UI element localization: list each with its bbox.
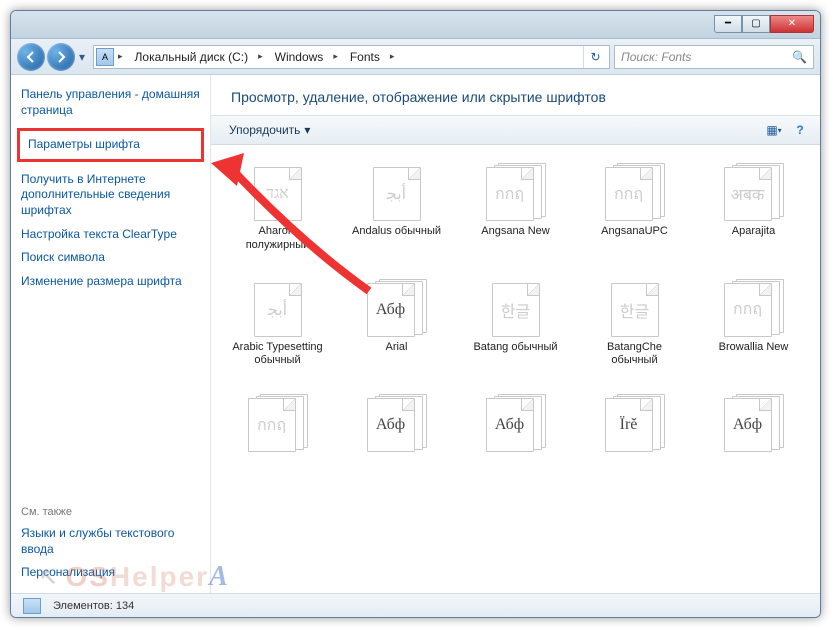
organize-button[interactable]: Упорядочить ▾ <box>221 120 318 140</box>
refresh-button[interactable]: ↻ <box>583 46 607 68</box>
font-item[interactable]: กกฤ <box>225 390 330 460</box>
breadcrumb-seg-fonts[interactable]: Fonts <box>342 46 386 68</box>
font-thumbnail-icon: אגד <box>248 163 308 221</box>
breadcrumb-arrow[interactable]: ▸ <box>114 51 127 62</box>
page-title: Просмотр, удаление, отображение или скры… <box>211 75 820 115</box>
font-thumbnail-icon: Абф <box>367 279 427 337</box>
font-item[interactable]: Абф Arial <box>344 275 449 373</box>
minimize-button[interactable]: ━ <box>714 15 742 33</box>
font-thumbnail-icon: Абф <box>724 394 784 452</box>
body-area: Панель управления - домашняя страница Па… <box>11 75 820 593</box>
font-label: Arabic Typesetting обычный <box>229 341 326 369</box>
font-thumbnail-icon: Абф <box>486 394 546 452</box>
see-also-label: См. также <box>21 506 200 518</box>
status-bar: Элементов: 134 <box>11 593 820 617</box>
font-item[interactable]: กกฤ AngsanaUPC <box>582 159 687 257</box>
search-placeholder: Поиск: Fonts <box>621 50 691 64</box>
font-label: Aparajita <box>732 225 775 239</box>
font-label: Browallia New <box>719 341 789 355</box>
sidebar-find-symbol-link[interactable]: Поиск символа <box>21 250 200 266</box>
fonts-folder-icon: A <box>96 48 114 66</box>
font-thumbnail-icon: กกฤ <box>605 163 665 221</box>
sidebar-home-link[interactable]: Панель управления - домашняя страница <box>21 87 200 118</box>
toolbar-right: ▦▾ ? <box>764 121 810 139</box>
breadcrumb-seg-windows[interactable]: Windows <box>267 46 330 68</box>
titlebar: ━ ▢ ✕ <box>11 11 820 39</box>
font-item[interactable]: Абф <box>344 390 449 460</box>
sidebar-resize-link[interactable]: Изменение размера шрифта <box>21 274 200 290</box>
font-label: BatangChe обычный <box>586 341 683 369</box>
sidebar-online-info-link[interactable]: Получить в Интернете дополнительные свед… <box>21 172 200 219</box>
font-thumbnail-icon: अबक <box>724 163 784 221</box>
search-icon[interactable]: 🔍 <box>792 50 807 64</box>
font-item[interactable]: Ïrě <box>582 390 687 460</box>
font-item[interactable]: 한글 Batang обычный <box>463 275 568 373</box>
font-thumbnail-icon: กกฤ <box>486 163 546 221</box>
font-label: Arial <box>385 341 407 355</box>
font-thumbnail-icon: أﺑﺠ <box>248 279 308 337</box>
breadcrumb-seg-drive[interactable]: Локальный диск (C:) <box>127 46 255 68</box>
sidebar-font-settings-link[interactable]: Параметры шрифта <box>17 128 204 162</box>
font-label: Aharoni полужирный <box>229 225 326 253</box>
font-thumbnail-icon: กกฤ <box>248 394 308 452</box>
items-area[interactable]: אגד Aharoni полужирный أﺑﺠ Andalus обычный ก… <box>211 145 820 593</box>
help-button[interactable]: ? <box>790 121 810 139</box>
font-grid: אגד Aharoni полужирный أﺑﺠ Andalus обычный ก… <box>221 159 810 460</box>
breadcrumb-arrow[interactable]: ▸ <box>386 51 399 62</box>
search-input[interactable]: Поиск: Fonts 🔍 <box>614 45 814 69</box>
font-item[interactable]: 한글 BatangChe обычный <box>582 275 687 373</box>
maximize-button[interactable]: ▢ <box>742 15 770 33</box>
arrow-right-icon <box>55 51 67 63</box>
font-item[interactable]: กกฤ Angsana New <box>463 159 568 257</box>
breadcrumb-arrow[interactable]: ▸ <box>329 51 342 62</box>
font-thumbnail-icon: Ïrě <box>605 394 665 452</box>
font-item[interactable]: กกฤ Browallia New <box>701 275 806 373</box>
sidebar: Панель управления - домашняя страница Па… <box>11 75 211 593</box>
toolbar: Упорядочить ▾ ▦▾ ? <box>211 115 820 145</box>
font-item[interactable]: אגד Aharoni полужирный <box>225 159 330 257</box>
forward-button[interactable] <box>47 43 75 71</box>
font-thumbnail-icon: أﺑﺠ <box>367 163 427 221</box>
address-bar: ▾ A ▸ Локальный диск (C:) ▸ Windows ▸ Fo… <box>11 39 820 75</box>
main-pane: Просмотр, удаление, отображение или скры… <box>211 75 820 593</box>
font-label: AngsanaUPC <box>601 225 668 239</box>
font-item[interactable]: अबक Aparajita <box>701 159 806 257</box>
font-item[interactable]: Абф <box>463 390 568 460</box>
font-thumbnail-icon: กกฤ <box>724 279 784 337</box>
font-thumbnail-icon: Абф <box>367 394 427 452</box>
sidebar-personalization-link[interactable]: Персонализация <box>21 565 200 581</box>
arrow-left-icon <box>25 51 37 63</box>
breadcrumb-arrow[interactable]: ▸ <box>254 51 267 62</box>
window-controls: ━ ▢ ✕ <box>714 15 814 35</box>
close-button[interactable]: ✕ <box>770 15 814 33</box>
window-frame: ━ ▢ ✕ ▾ A ▸ Локальный диск (C:) ▸ Window… <box>10 10 821 618</box>
font-label: Batang обычный <box>473 341 557 355</box>
nav-buttons: ▾ <box>17 43 89 71</box>
nav-history-dropdown[interactable]: ▾ <box>75 47 89 67</box>
font-thumbnail-icon: 한글 <box>605 279 665 337</box>
font-thumbnail-icon: 한글 <box>486 279 546 337</box>
sidebar-cleartype-link[interactable]: Настройка текста ClearType <box>21 227 200 243</box>
font-label: Angsana New <box>481 225 550 239</box>
status-elements: Элементов: 134 <box>53 600 134 612</box>
sidebar-lang-services-link[interactable]: Языки и службы текстового ввода <box>21 526 200 557</box>
font-item[interactable]: أﺑﺠ Andalus обычный <box>344 159 449 257</box>
back-button[interactable] <box>17 43 45 71</box>
font-item[interactable]: أﺑﺠ Arabic Typesetting обычный <box>225 275 330 373</box>
breadcrumb[interactable]: A ▸ Локальный диск (C:) ▸ Windows ▸ Font… <box>93 45 610 69</box>
status-folder-icon <box>23 598 41 614</box>
font-label: Andalus обычный <box>352 225 441 239</box>
font-item[interactable]: Абф <box>701 390 806 460</box>
chevron-down-icon: ▾ <box>304 123 310 137</box>
view-options-button[interactable]: ▦▾ <box>764 121 784 139</box>
